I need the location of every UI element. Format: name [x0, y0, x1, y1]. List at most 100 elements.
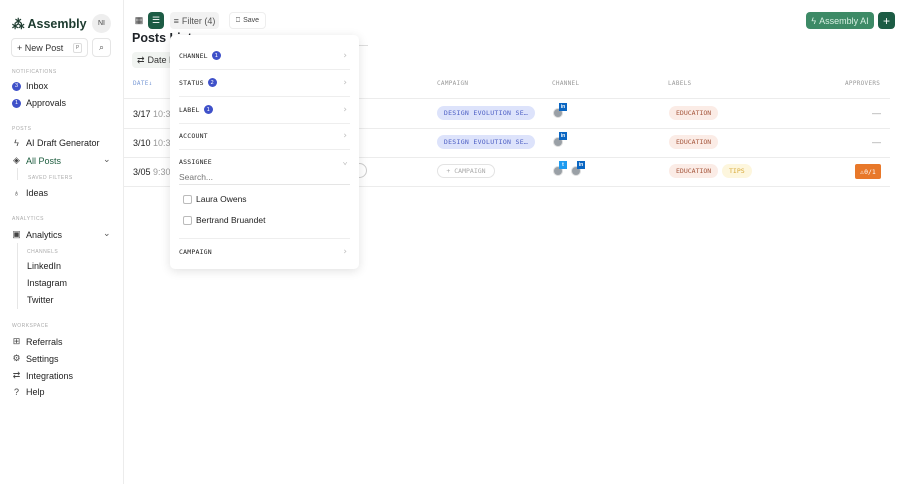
- column-date[interactable]: DATE↓: [133, 80, 153, 87]
- layers-icon: ◈: [13, 155, 20, 165]
- filter-count-badge: 2: [207, 78, 217, 87]
- filter-icon: ≡: [173, 15, 179, 26]
- chevron-right-icon: ›: [342, 50, 348, 61]
- logo-icon: ⁂: [12, 17, 25, 31]
- sidebar-item-help[interactable]: ? Help: [12, 387, 45, 397]
- section-channels: CHANNELS: [27, 249, 59, 255]
- chart-icon: ▣: [12, 229, 21, 239]
- sidebar: ⁂ Assembly NI + New Post P ⌕ NOTIFICATIONS…: [0, 0, 124, 484]
- divider: [179, 123, 350, 124]
- user-avatar[interactable]: NI: [92, 14, 111, 33]
- assembly-ai-button[interactable]: ϟ Assembly AI: [806, 12, 874, 29]
- filter-label[interactable]: LABEL 1 ›: [179, 104, 350, 115]
- column-campaign[interactable]: CAMPAIGN: [437, 80, 468, 87]
- channel-avatar: in: [571, 161, 585, 176]
- chevron-down-icon[interactable]: ⌄: [103, 154, 111, 165]
- section-workspace: WORKSPACE: [12, 323, 49, 329]
- help-icon: ?: [13, 387, 19, 397]
- calendar-icon: ▦: [134, 15, 144, 25]
- chevron-right-icon: ›: [342, 247, 348, 257]
- label-pill[interactable]: EDUCATION: [669, 164, 719, 178]
- inbox-count: 3: [12, 81, 21, 91]
- list-icon: ☰: [151, 15, 161, 25]
- sidebar-item-settings[interactable]: ⚙ Settings: [12, 353, 58, 364]
- channel-avatar: t: [553, 161, 567, 176]
- calendar-view-button[interactable]: ▦: [131, 12, 147, 29]
- gear-icon: ⚙: [12, 353, 21, 363]
- search-button[interactable]: ⌕: [92, 38, 111, 57]
- section-analytics: ANALYTICS: [12, 216, 44, 222]
- filter-account[interactable]: ACCOUNT ›: [179, 131, 350, 141]
- label-pill[interactable]: TIPS: [722, 164, 752, 178]
- label-pill[interactable]: EDUCATION: [669, 135, 719, 149]
- section-notifications: NOTIFICATIONS: [12, 69, 57, 75]
- sidebar-item-inbox[interactable]: 3 Inbox: [12, 81, 48, 91]
- arrows-icon: ⇄: [12, 370, 21, 380]
- channel-avatar: in: [553, 103, 567, 118]
- column-approvers[interactable]: APPROVERS: [845, 80, 880, 87]
- post-time: 9:30: [153, 167, 171, 177]
- chevron-down-icon: ⌄: [342, 157, 348, 167]
- sidebar-item-instagram[interactable]: Instagram: [27, 278, 67, 288]
- tree-line: [17, 243, 18, 309]
- sidebar-item-twitter[interactable]: Twitter: [27, 295, 54, 305]
- sidebar-item-all-posts[interactable]: ◈ All Posts: [12, 155, 61, 166]
- checkbox[interactable]: [183, 215, 192, 225]
- campaign-pill[interactable]: DESIGN EVOLUTION SE…: [437, 106, 535, 120]
- filter-channel[interactable]: CHANNEL 1 ›: [179, 50, 350, 61]
- search-icon: ⌕: [98, 42, 105, 52]
- filter-count-badge: 1: [211, 51, 221, 60]
- sort-down-icon: ↓: [148, 80, 153, 87]
- filter-button[interactable]: ≡ Filter (4): [170, 12, 219, 29]
- assignee-search-input[interactable]: [179, 170, 350, 185]
- approvers-value: —: [872, 137, 881, 147]
- filter-dropdown: CHANNEL 1 › STATUS 2 › LABEL 1 › ACCOUNT › A…: [170, 35, 359, 269]
- chevron-right-icon: ›: [342, 104, 348, 115]
- twitter-icon: t: [559, 161, 567, 169]
- sidebar-item-referrals[interactable]: ⊞ Referrals: [12, 336, 63, 347]
- approvers-value: —: [872, 108, 881, 118]
- filter-status[interactable]: STATUS 2 ›: [179, 77, 350, 88]
- linkedin-icon: in: [559, 103, 567, 111]
- tree-line: [17, 168, 18, 180]
- list-view-button[interactable]: ☰: [148, 12, 164, 29]
- approvers-warning-badge[interactable]: ⚠ 0/1: [855, 164, 881, 179]
- checkbox[interactable]: [183, 194, 192, 204]
- brand-logo[interactable]: ⁂ Assembly: [12, 16, 87, 32]
- sidebar-item-ai-draft[interactable]: ϟ AI Draft Generator: [12, 138, 99, 148]
- campaign-pill[interactable]: DESIGN EVOLUTION SE…: [437, 135, 535, 149]
- channel-avatar: in: [553, 132, 567, 147]
- add-button[interactable]: +: [878, 12, 895, 29]
- gift-icon: ⊞: [12, 336, 21, 346]
- sidebar-item-linkedin[interactable]: LinkedIn: [27, 261, 61, 271]
- new-post-button[interactable]: + New Post P: [11, 38, 88, 57]
- column-channel[interactable]: CHANNEL: [552, 80, 579, 87]
- chevron-right-icon: ›: [342, 77, 348, 88]
- filter-campaign[interactable]: CAMPAIGN ›: [179, 247, 350, 257]
- assignee-option[interactable]: Bertrand Bruandet: [183, 215, 265, 225]
- column-labels[interactable]: LABELS: [668, 80, 691, 87]
- save-button[interactable]: ⎕ Save: [229, 12, 266, 29]
- sparkle-icon: ϟ: [811, 15, 817, 26]
- swap-icon: ⇄: [137, 54, 145, 65]
- filter-count-badge: 1: [203, 105, 213, 114]
- chevron-right-icon: ›: [342, 131, 348, 141]
- sidebar-item-approvals[interactable]: 1 Approvals: [12, 98, 66, 108]
- add-campaign-button[interactable]: + CAMPAIGN: [437, 164, 495, 178]
- sidebar-item-ideas[interactable]: ♁ Ideas: [12, 188, 48, 198]
- divider: [179, 96, 350, 97]
- divider: [179, 69, 350, 70]
- linkedin-icon: in: [559, 132, 567, 140]
- chevron-down-icon[interactable]: ⌄: [103, 228, 111, 239]
- lightbulb-icon: ♁: [13, 188, 20, 198]
- assignee-option[interactable]: Laura Owens: [183, 194, 247, 204]
- sidebar-item-integrations[interactable]: ⇄ Integrations: [12, 370, 73, 381]
- section-saved-filters: SAVED FILTERS: [28, 175, 73, 181]
- label-pill[interactable]: EDUCATION: [669, 106, 719, 120]
- approvals-count: 1: [12, 98, 21, 108]
- section-posts: POSTS: [12, 126, 32, 132]
- filter-assignee[interactable]: ASSIGNEE ⌄: [179, 157, 350, 167]
- linkedin-icon: in: [577, 161, 585, 169]
- sidebar-item-analytics[interactable]: ▣ Analytics: [12, 229, 62, 240]
- shortcut-hint: P: [73, 43, 82, 53]
